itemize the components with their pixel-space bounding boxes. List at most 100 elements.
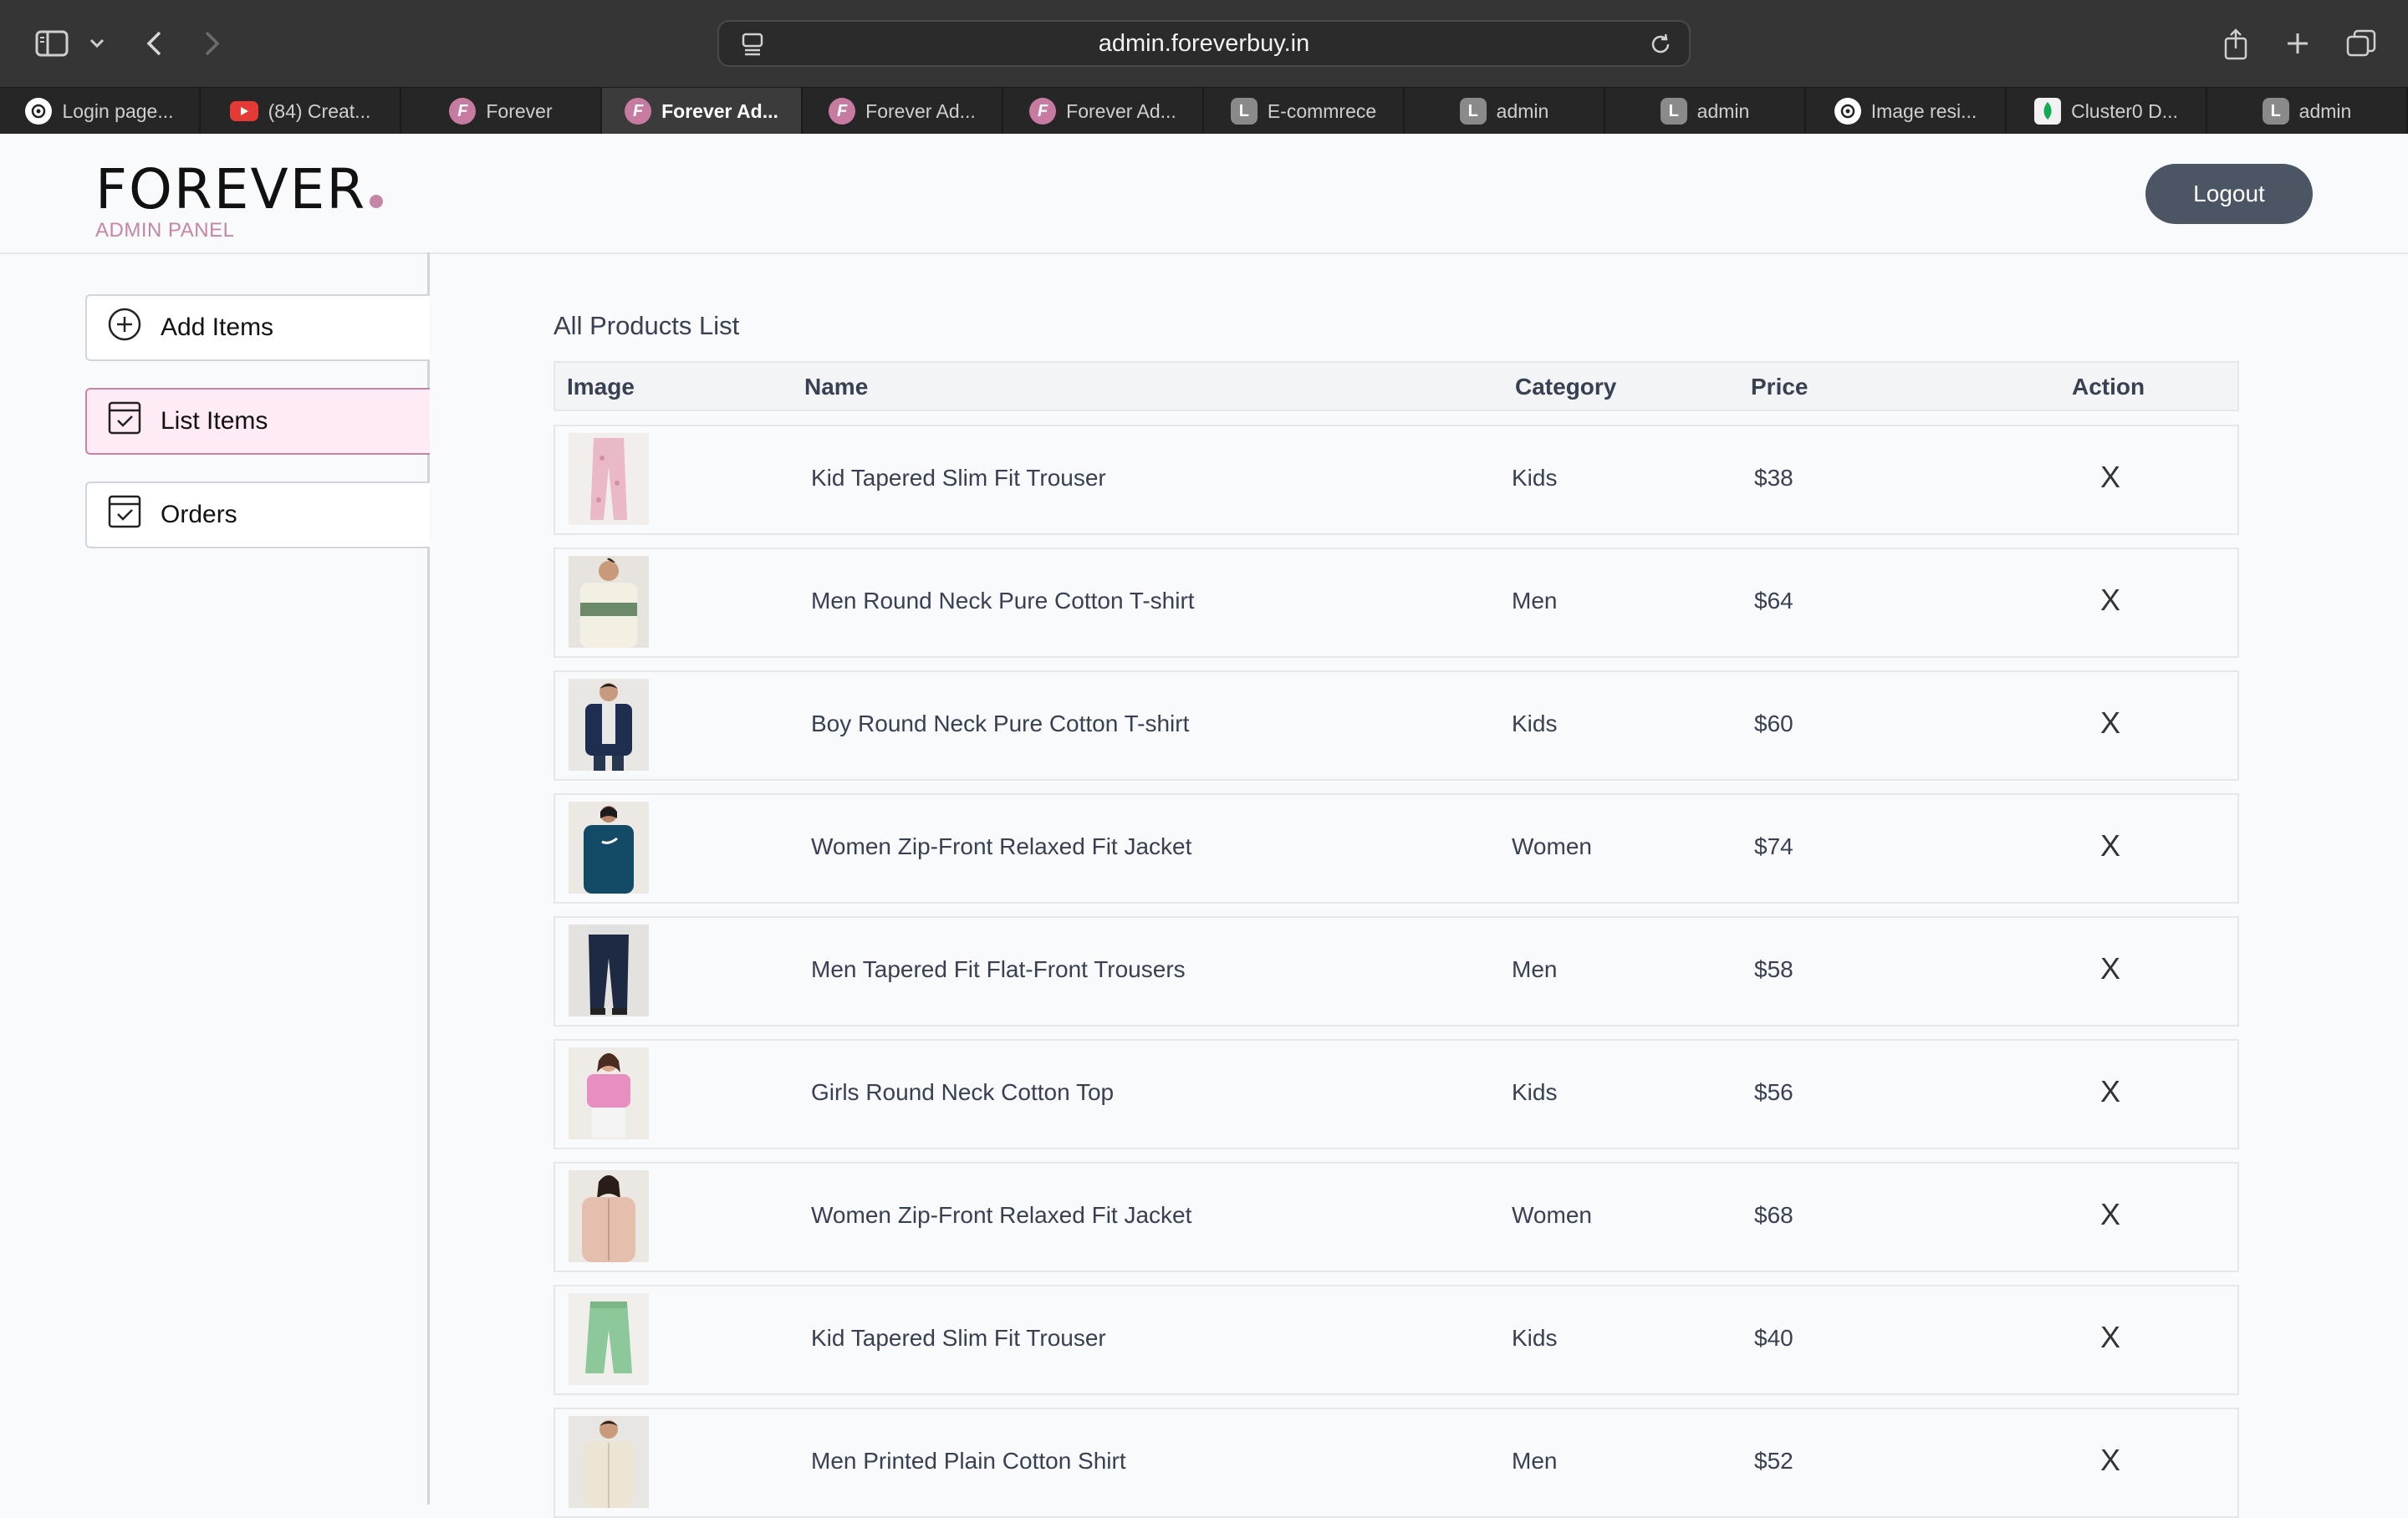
forward-icon[interactable] — [199, 25, 226, 62]
tab-label: admin — [2298, 99, 2352, 122]
forever-icon: F — [625, 98, 652, 125]
product-image — [569, 1293, 649, 1385]
browser-tab[interactable]: Ladmin — [2207, 88, 2408, 135]
browser-tab[interactable]: F Forever Ad... — [803, 88, 1003, 135]
tab-label: admin — [1696, 99, 1750, 122]
tab-label: Login page... — [62, 99, 174, 122]
product-name: Women Zip-Front Relaxed Fit Jacket — [811, 833, 1192, 859]
table-row: Men Round Neck Pure Cotton T-shirt Men $… — [554, 548, 2239, 658]
plus-circle-icon — [107, 307, 142, 349]
product-category: Kids — [1512, 1325, 1558, 1351]
l-icon: L — [1459, 98, 1487, 125]
product-name: Boy Round Neck Pure Cotton T-shirt — [811, 711, 1190, 736]
l-icon: L — [2262, 98, 2289, 125]
tab-label: Cluster0 D... — [2071, 99, 2178, 122]
table-row: Men Printed Plain Cotton Shirt Men $52 X — [554, 1408, 2239, 1518]
column-header-name: Name — [804, 374, 869, 400]
browser-tab-active[interactable]: F Forever Ad... — [602, 88, 803, 135]
product-name: Kid Tapered Slim Fit Trouser — [811, 1325, 1106, 1351]
product-name: Men Round Neck Pure Cotton T-shirt — [811, 588, 1195, 614]
product-price: $68 — [1754, 1202, 1793, 1228]
browser-tab[interactable]: Ladmin — [1605, 88, 1806, 135]
product-name: Men Printed Plain Cotton Shirt — [811, 1448, 1126, 1474]
logo-dot — [370, 195, 384, 208]
forever-icon: F — [1029, 98, 1057, 125]
table-row: Kid Tapered Slim Fit Trouser Kids $40 X — [554, 1285, 2239, 1395]
mongodb-icon — [2034, 98, 2062, 125]
sidebar: Add Items List Items Orders — [0, 252, 430, 1505]
tab-label: Image resi... — [1870, 99, 1977, 122]
table-row: Boy Round Neck Pure Cotton T-shirt Kids … — [554, 670, 2239, 781]
chevron-down-icon[interactable] — [87, 25, 107, 62]
table-row: Kid Tapered Slim Fit Trouser Kids $38 X — [554, 425, 2239, 535]
browser-tab[interactable]: F Forever Ad... — [1003, 88, 1204, 135]
product-category: Men — [1512, 956, 1558, 982]
delete-button[interactable]: X — [2100, 951, 2120, 986]
sidebar-item-label: Add Items — [161, 313, 274, 341]
logout-button[interactable]: Logout — [2145, 164, 2313, 224]
checkbox-icon — [107, 400, 142, 442]
tab-overview-icon[interactable] — [2343, 25, 2380, 62]
reload-icon[interactable] — [1647, 31, 1674, 64]
product-image — [569, 925, 649, 1016]
delete-button[interactable]: X — [2100, 1443, 2120, 1478]
site-settings-icon[interactable] — [741, 32, 764, 64]
browser-tab[interactable]: L E-commrece — [1204, 88, 1405, 135]
product-image — [569, 1170, 649, 1262]
product-price: $60 — [1754, 711, 1793, 736]
delete-button[interactable]: X — [2100, 706, 2120, 741]
tab-bar: Login page... (84) Creat... F Forever F Fo… — [0, 87, 2408, 135]
product-image — [569, 1416, 649, 1508]
product-image — [569, 802, 649, 894]
delete-button[interactable]: X — [2100, 828, 2120, 863]
chatgpt-icon — [25, 98, 53, 125]
browser-tab[interactable]: Login page... — [0, 88, 201, 135]
product-image — [569, 679, 649, 771]
browser-tab[interactable]: Image resi... — [1806, 88, 2007, 135]
product-category: Kids — [1512, 465, 1558, 491]
delete-button[interactable]: X — [2100, 583, 2120, 618]
product-category: Kids — [1512, 711, 1558, 736]
url-text: admin.foreverbuy.in — [1098, 29, 1310, 57]
chatgpt-icon — [1834, 98, 1861, 125]
tab-label: Forever — [486, 99, 553, 122]
sidebar-item-orders[interactable]: Orders — [85, 481, 430, 548]
product-price: $74 — [1754, 833, 1793, 859]
product-price: $40 — [1754, 1325, 1793, 1351]
browser-tab[interactable]: Cluster0 D... — [2007, 88, 2207, 135]
product-name: Kid Tapered Slim Fit Trouser — [811, 465, 1106, 491]
column-header-category: Category — [1515, 374, 1617, 400]
youtube-icon — [229, 101, 258, 121]
product-category: Women — [1512, 833, 1592, 859]
forever-logo: FOREVER ADMIN PANEL — [95, 162, 384, 242]
tab-label: Forever Ad... — [661, 99, 778, 122]
delete-button[interactable]: X — [2100, 460, 2120, 495]
browser-tab[interactable]: F Forever — [401, 88, 602, 135]
tab-label: Forever Ad... — [1066, 99, 1176, 122]
share-icon[interactable] — [2219, 25, 2252, 62]
back-icon[interactable] — [140, 25, 167, 62]
product-category: Men — [1512, 588, 1558, 614]
table-row: Women Zip-Front Relaxed Fit Jacket Women… — [554, 793, 2239, 904]
tab-label: Forever Ad... — [865, 99, 976, 122]
l-icon: L — [1660, 98, 1687, 125]
product-category: Men — [1512, 1448, 1558, 1474]
browser-tab[interactable]: Ladmin — [1405, 88, 1605, 135]
table-row: Girls Round Neck Cotton Top Kids $56 X — [554, 1039, 2239, 1149]
sidebar-item-add-items[interactable]: Add Items — [85, 294, 430, 361]
address-bar[interactable]: admin.foreverbuy.in — [717, 20, 1691, 67]
forever-icon: F — [449, 98, 477, 125]
table-header: Image Name Category Price Action — [554, 361, 2239, 411]
product-category: Kids — [1512, 1079, 1558, 1105]
product-name: Men Tapered Fit Flat-Front Trousers — [811, 956, 1186, 982]
sidebar-item-list-items[interactable]: List Items — [85, 388, 430, 455]
new-tab-icon[interactable] — [2281, 25, 2314, 62]
delete-button[interactable]: X — [2100, 1320, 2120, 1355]
delete-button[interactable]: X — [2100, 1074, 2120, 1109]
delete-button[interactable]: X — [2100, 1197, 2120, 1232]
checkbox-icon — [107, 494, 142, 536]
sidebar-toggle-icon[interactable] — [32, 25, 72, 62]
page-title: All Products List — [554, 311, 740, 340]
browser-tab[interactable]: (84) Creat... — [201, 88, 401, 135]
l-icon: L — [1230, 98, 1258, 125]
